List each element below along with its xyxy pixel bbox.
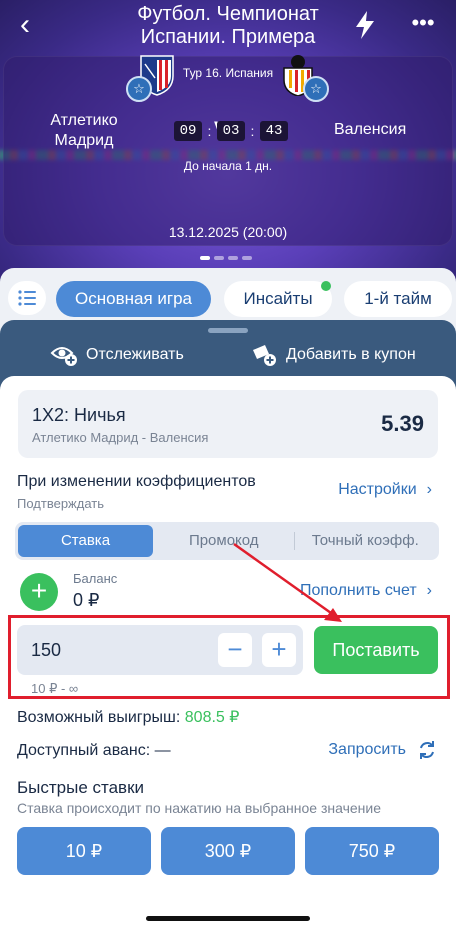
quick-bets-title: Быстрые ставки [17,778,145,797]
home-team-name: Атлетико Мадрид [34,111,134,151]
track-button[interactable]: Отслеживать [50,340,184,370]
segment-promo[interactable]: Промокод [153,525,295,557]
ticket-plus-icon [253,345,276,366]
countdown-timer: 09 : 03 : 43 [174,120,288,142]
tab-insights[interactable]: Инсайты [224,281,332,317]
countdown-label: До начала 1 дн. [183,159,273,173]
pager-dot[interactable] [228,256,238,260]
outcome-teams: Атлетико Мадрид - Валенсия [32,430,209,445]
chevron-right-icon: › [426,481,432,498]
away-team-name: Валенсия [334,121,407,138]
bet-type-segmented: Ставка Промокод Точный коэфф. [15,522,439,560]
countdown-seconds: 43 [260,121,288,141]
match-card: Тур 16. Испания Атлетико Мадрид VS Вален… [3,56,453,246]
quick-bets-subtitle: Ставка происходит по нажатию на выбранно… [17,800,381,816]
quick-bet-750[interactable]: 750 ₽ [305,827,439,875]
round-label: Тур 16. Испания [182,66,274,80]
request-label: Запросить [328,741,406,758]
top-up-label: Пополнить счет [299,582,417,599]
odds-change-value: Подтверждать [17,496,105,511]
settings-link[interactable]: Настройки › [338,481,432,499]
top-bar: ‹ Футбол. Чемпионат Испании. Примера ••• [0,0,456,52]
tab-main-game[interactable]: Основная игра [56,281,211,317]
home-team-line-1: Атлетико [50,112,118,129]
title-line-1: Футбол. Чемпионат [137,3,319,25]
countdown-separator: : [250,123,255,139]
favorite-away-star-icon[interactable]: ☆ [303,76,329,102]
add-to-coupon-label: Добавить в купон [286,346,416,363]
add-funds-plus-icon[interactable]: + [20,573,58,611]
countdown-minutes: 03 [217,121,245,141]
title-line-2: Испании. Примера [140,26,316,48]
pager-dot[interactable] [242,256,252,260]
lightning-icon[interactable] [352,10,378,40]
available-advance: Доступный аванс: — [17,742,171,759]
potential-win-amount: 808.5 ₽ [184,709,240,726]
pager-dot[interactable] [200,256,210,260]
match-date: 13.12.2025 (20:00) [168,224,288,240]
countdown-separator: : [207,123,212,139]
potential-win: Возможный выигрыш: 808.5 ₽ [17,707,239,727]
add-to-coupon-button[interactable]: Добавить в купон [250,340,416,370]
tab-first-half[interactable]: 1-й тайм [344,281,452,317]
more-dots-icon[interactable]: ••• [408,10,438,40]
outcome-odds: 5.39 [381,411,424,436]
pager-dot[interactable] [214,256,224,260]
track-label: Отслеживать [86,346,184,363]
countdown-hours: 09 [174,121,202,141]
list-menu-icon[interactable] [8,281,46,315]
chevron-right-icon: › [426,582,432,599]
carousel-pager [200,256,252,260]
potential-win-label: Возможный выигрыш: [17,709,181,726]
favorite-home-star-icon[interactable]: ☆ [126,76,152,102]
quick-bet-300[interactable]: 300 ₽ [161,827,295,875]
request-advance-link[interactable]: Запросить [328,740,436,760]
eye-plus-icon [50,347,77,366]
insights-new-indicator [321,281,331,291]
highlight-frame [8,615,450,699]
quick-bet-10[interactable]: 10 ₽ [17,827,151,875]
sheet-drag-handle[interactable] [208,328,248,333]
odds-change-title: При изменении коэффициентов [17,473,256,490]
settings-label: Настройки [338,481,417,498]
balance-value: 0 ₽ [73,590,100,610]
segment-stake[interactable]: Ставка [18,525,153,557]
balance-label: Баланс [73,571,118,586]
top-up-link[interactable]: Пополнить счет › [300,582,432,600]
page-title: Футбол. Чемпионат Испании. Примера [90,3,366,49]
outcome-name: 1X2: Ничья [32,405,126,425]
home-indicator[interactable] [146,916,310,921]
refresh-icon [420,741,434,759]
match-header: ‹ Футбол. Чемпионат Испании. Примера •••… [0,0,456,290]
chevron-left-icon[interactable]: ‹ [20,8,50,42]
segment-exact-odds[interactable]: Точный коэфф. [295,525,437,557]
selected-outcome-card: 1X2: Ничья Атлетико Мадрид - Валенсия 5.… [18,390,438,458]
home-team-line-2: Мадрид [54,132,114,149]
